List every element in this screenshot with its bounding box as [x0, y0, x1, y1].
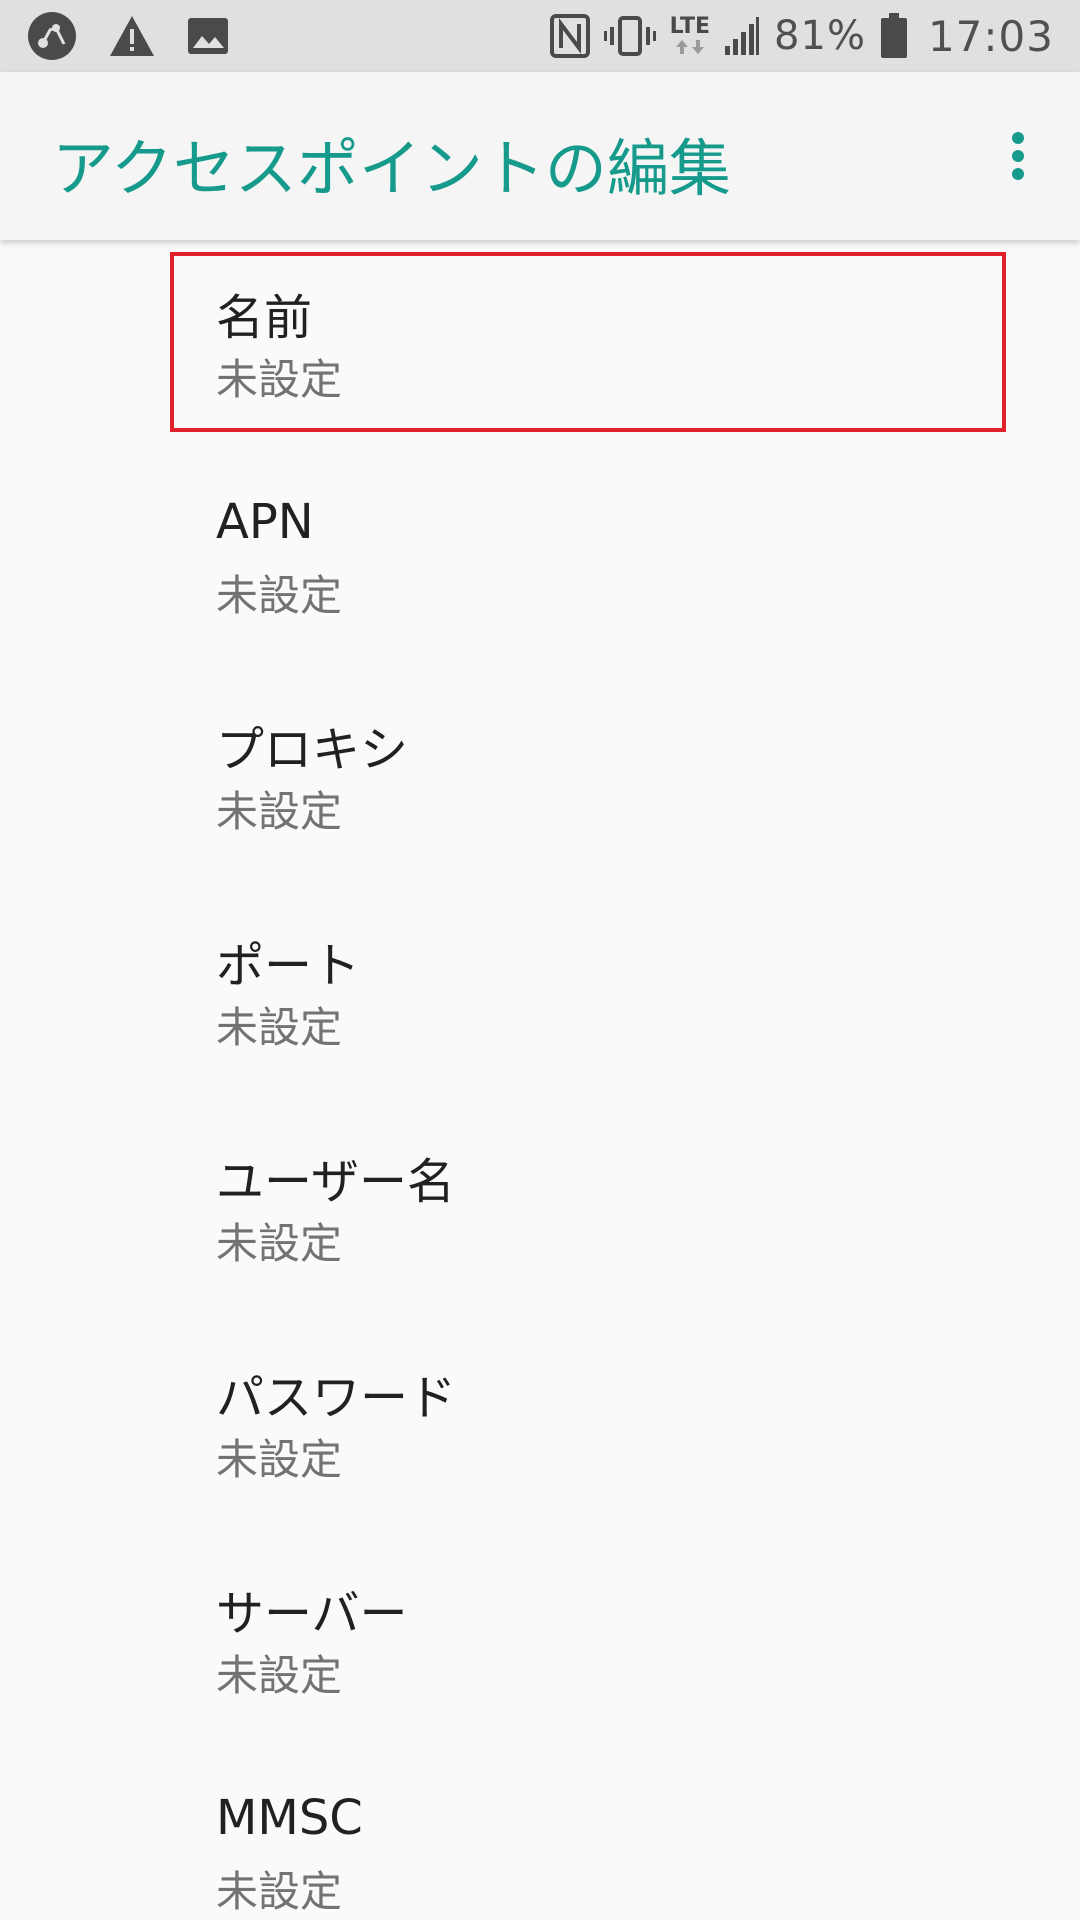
more-vert-icon: [1012, 132, 1024, 180]
app-bar: アクセスポイントの編集: [0, 72, 1080, 240]
ticket-app-icon: [26, 10, 78, 62]
image-icon: [186, 16, 230, 56]
status-bar: LTE 81% 17:03: [0, 0, 1080, 72]
pref-item-name[interactable]: 名前 未設定: [0, 252, 1080, 468]
screen: LTE 81% 17:03 アクセスポイントの編集 名前 未設定 APN 未設定…: [0, 0, 1080, 1920]
clock: 17:03: [927, 11, 1054, 61]
battery-icon: [880, 13, 908, 59]
apn-settings-list: 名前 未設定 APN 未設定 プロキシ 未設定 ポート 未設定 ユーザー名 未設…: [0, 252, 1080, 1920]
system-icons: LTE 81% 17:03: [549, 0, 1054, 72]
pref-item-server[interactable]: サーバー 未設定: [0, 1548, 1080, 1764]
pref-summary: 未設定: [216, 1003, 343, 1052]
page-title: アクセスポイントの編集: [52, 132, 731, 205]
pref-item-port[interactable]: ポート 未設定: [0, 900, 1080, 1116]
pref-title: ポート: [216, 938, 361, 994]
pref-item-username[interactable]: ユーザー名 未設定: [0, 1116, 1080, 1332]
lte-data-icon: LTE: [670, 16, 710, 56]
pref-summary: 未設定: [216, 1867, 343, 1916]
pref-item-proxy[interactable]: プロキシ 未設定: [0, 684, 1080, 900]
notification-icons: [26, 0, 230, 72]
nfc-icon: [549, 14, 590, 58]
pref-title: 名前: [216, 290, 313, 346]
pref-summary: 未設定: [216, 1435, 343, 1484]
pref-title: ユーザー名: [216, 1154, 456, 1210]
pref-summary: 未設定: [216, 787, 343, 836]
vibrate-icon: [603, 14, 656, 58]
pref-title: MMSC: [216, 1790, 363, 1846]
pref-summary: 未設定: [216, 571, 343, 620]
overflow-menu-button[interactable]: [988, 124, 1048, 188]
pref-item-password[interactable]: パスワード 未設定: [0, 1332, 1080, 1548]
pref-summary: 未設定: [216, 1219, 343, 1268]
pref-item-apn[interactable]: APN 未設定: [0, 468, 1080, 684]
warning-icon: [108, 14, 156, 58]
pref-summary: 未設定: [216, 1651, 343, 1700]
data-arrows-icon: [675, 40, 704, 54]
pref-title: パスワード: [216, 1370, 457, 1426]
battery-percent: 81%: [774, 13, 866, 59]
pref-summary: 未設定: [216, 355, 343, 404]
pref-title: サーバー: [216, 1586, 408, 1642]
signal-icon: [724, 16, 760, 56]
pref-title: プロキシ: [216, 722, 409, 778]
pref-item-mmsc[interactable]: MMSC 未設定: [0, 1764, 1080, 1920]
lte-label: LTE: [669, 14, 711, 39]
pref-title: APN: [216, 494, 314, 550]
